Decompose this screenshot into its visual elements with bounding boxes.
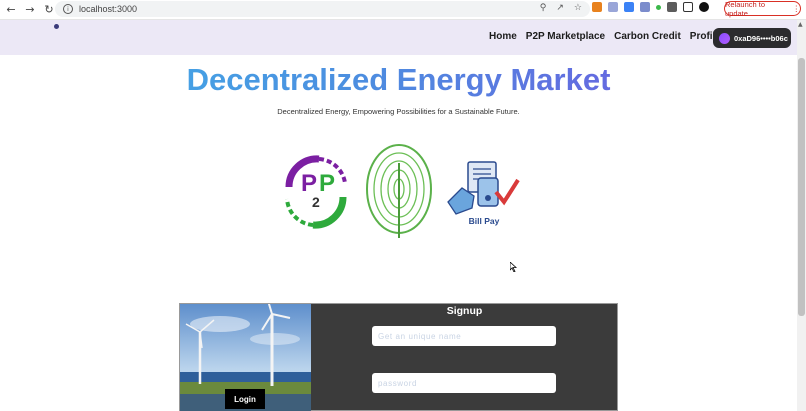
back-icon[interactable]: ← — [3, 2, 19, 18]
wallet-address: 0xaD96••••b06c — [734, 33, 788, 43]
nav-carbon-credit[interactable]: Carbon Credit — [614, 31, 681, 42]
shield-extension-icon[interactable] — [640, 2, 650, 12]
mouse-cursor-icon — [510, 262, 518, 272]
password-input[interactable] — [372, 373, 556, 393]
svg-text:P: P — [319, 170, 335, 197]
brand-dot — [54, 24, 59, 29]
sidepanel-icon[interactable] — [683, 2, 693, 12]
nav-p2p-marketplace[interactable]: P2P Marketplace — [526, 31, 605, 42]
p2p-logo-icon[interactable]: P P 2 — [279, 147, 353, 235]
share-icon[interactable]: ↗ — [556, 3, 564, 13]
translate-extension-icon[interactable] — [624, 2, 634, 12]
bookmark-star-icon[interactable]: ☆ — [574, 3, 582, 13]
unique-name-input[interactable] — [372, 326, 556, 346]
profile-avatar[interactable] — [699, 2, 709, 12]
relaunch-button[interactable]: Relaunch to update ⋮ — [724, 0, 801, 18]
forward-icon[interactable]: → — [22, 2, 38, 18]
svg-text:2: 2 — [312, 194, 320, 210]
leaf-fingerprint-icon[interactable] — [364, 143, 434, 239]
scrollbar-thumb[interactable] — [798, 58, 805, 316]
wallet-avatar — [719, 32, 730, 44]
relaunch-label: Relaunch to update — [725, 0, 766, 18]
nav-links: Home P2P Marketplace Carbon Credit Profi… — [489, 31, 721, 42]
address-bar[interactable]: i localhost:3000 ⚲ ↗ ☆ — [55, 1, 590, 17]
bill-pay-label: Bill Pay — [468, 216, 500, 226]
metamask-extension-icon[interactable] — [592, 2, 602, 12]
zoom-icon[interactable]: ⚲ — [540, 3, 547, 13]
wallet-connect-button[interactable]: 0xaD96••••b06c — [713, 28, 791, 48]
page-subtitle: Decentralized Energy, Empowering Possibi… — [277, 107, 520, 116]
extensions-bar — [592, 2, 709, 12]
address-url: localhost:3000 — [79, 4, 138, 14]
page-title: Decentralized Energy Market — [0, 62, 797, 98]
kebab-menu-icon[interactable]: ⋮ — [793, 4, 801, 13]
nav-home[interactable]: Home — [489, 31, 517, 42]
puzzle-icon[interactable] — [667, 2, 677, 12]
site-info-icon[interactable]: i — [63, 4, 73, 14]
status-dot-icon — [656, 4, 661, 10]
signup-title: Signup — [446, 305, 483, 317]
login-button[interactable]: Login — [225, 389, 265, 409]
svg-text:P: P — [301, 170, 317, 197]
extension-icon[interactable] — [608, 2, 618, 12]
scroll-up-icon[interactable]: ▲ — [798, 21, 803, 28]
